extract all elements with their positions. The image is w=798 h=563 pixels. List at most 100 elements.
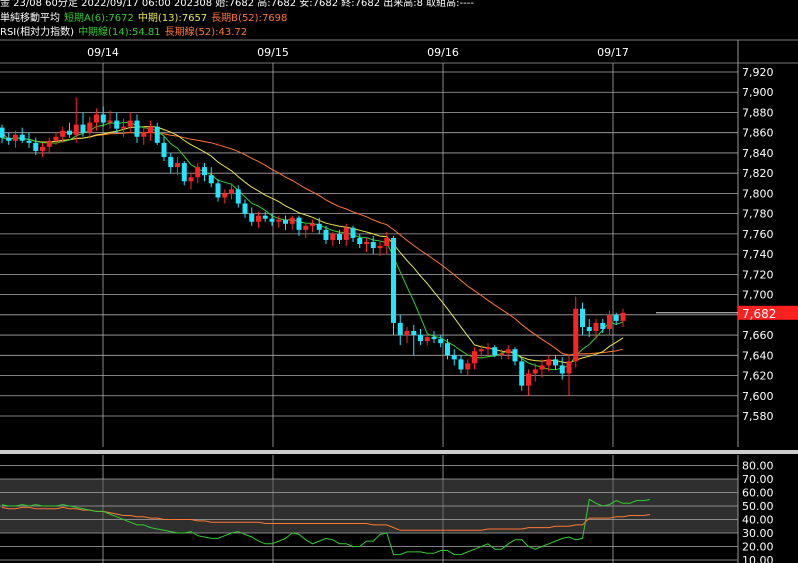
candle-body [458, 359, 464, 370]
rsi-tick-label: 20.00 [742, 541, 774, 554]
candle-body [67, 130, 72, 135]
candle-body [492, 347, 498, 356]
candle-body [593, 322, 599, 332]
candle-body [181, 163, 187, 182]
rsi-tick-label: 10.00 [742, 554, 774, 563]
candle-body [249, 213, 255, 222]
price-tick-label: 7,740 [742, 248, 774, 261]
ma-mid-line [1, 125, 624, 364]
candle-body [222, 193, 228, 198]
candle-body [134, 120, 140, 137]
candle-body [269, 218, 275, 222]
candle-body [377, 246, 383, 249]
candle-body [478, 349, 484, 352]
candle-body [607, 314, 612, 329]
candle-body [350, 227, 356, 238]
candle-body [337, 233, 342, 240]
candle-body [154, 126, 160, 143]
candle-body [546, 359, 552, 366]
candle-body [141, 132, 147, 137]
price-tick-label: 7,580 [742, 410, 774, 423]
ma-short-line [1, 121, 624, 371]
candle-body [451, 355, 457, 360]
candle-body [397, 322, 403, 336]
candle-body [465, 363, 471, 370]
candle-body [168, 156, 174, 168]
candle-body [289, 217, 295, 224]
last-price-label: 7,682 [742, 307, 776, 321]
candle-body [26, 140, 32, 143]
candle-body [188, 177, 194, 182]
candle-body [438, 339, 444, 344]
date-label: 09/15 [257, 46, 289, 59]
candle-body [80, 124, 86, 133]
candle-body [411, 331, 417, 336]
candle-body [303, 225, 309, 230]
candle-body [586, 326, 592, 332]
candle-body [114, 120, 120, 129]
candle-body [107, 120, 113, 123]
price-tick-label: 7,800 [742, 187, 774, 200]
candle-body [215, 183, 221, 198]
price-tick-label: 7,820 [742, 167, 774, 180]
ma-long-line [1, 131, 624, 356]
price-tick-label: 7,760 [742, 228, 774, 241]
price-tick-label: 7,840 [742, 147, 774, 160]
candle-body [384, 237, 390, 247]
rsi-tick-label: 60.00 [742, 487, 774, 500]
price-tick-label: 7,780 [742, 208, 774, 221]
candle-body [485, 347, 491, 350]
candle-body [370, 241, 376, 249]
candle-body [613, 314, 619, 321]
candle-body [526, 373, 531, 386]
rsi-tick-label: 40.00 [742, 514, 774, 527]
candle-body [431, 337, 437, 340]
candle-body [573, 308, 579, 362]
candle-body [512, 349, 518, 362]
candle-body [242, 203, 248, 214]
candle-body [283, 219, 288, 224]
price-tick-label: 7,620 [742, 370, 774, 383]
candle-body [256, 215, 261, 222]
candle-body [13, 134, 18, 141]
candle-body [519, 361, 525, 386]
candle-body [19, 134, 25, 141]
candle-body [553, 359, 558, 366]
candle-body [472, 351, 477, 364]
candle-body [323, 229, 329, 240]
price-tick-label: 7,600 [742, 390, 774, 403]
candle-body [40, 146, 45, 151]
price-tick-label: 7,660 [742, 329, 774, 342]
date-label: 09/16 [427, 46, 459, 59]
candle-body [276, 219, 282, 222]
candle-body [148, 126, 153, 133]
rsi-tick-label: 80.00 [742, 460, 774, 473]
date-label: 09/14 [87, 46, 119, 59]
candle-body [310, 223, 315, 226]
candle-body [532, 369, 538, 374]
price-tick-label: 7,700 [742, 289, 774, 302]
candle-body [229, 189, 234, 194]
candle-body [566, 361, 572, 374]
candle-body [6, 137, 12, 141]
candle-body [33, 142, 39, 151]
candle-body [404, 331, 410, 336]
rsi-tick-label: 70.00 [742, 473, 774, 486]
price-tick-label: 7,900 [742, 86, 774, 99]
rsi-tick-label: 30.00 [742, 527, 774, 540]
price-tick-label: 7,860 [742, 127, 774, 140]
panel-divider [0, 450, 798, 454]
candle-body [391, 237, 396, 323]
candle-body [620, 312, 626, 321]
candle-body [235, 189, 241, 204]
candle-body [424, 337, 430, 342]
candle-body [161, 142, 167, 157]
candle-body [121, 126, 126, 129]
candle-body [87, 122, 93, 133]
candle-body [100, 114, 106, 123]
candle-body [600, 322, 606, 329]
candle-body [316, 223, 322, 230]
candle-body [73, 124, 79, 135]
candlestick-chart[interactable]: 7,5807,6007,6207,6407,6607,6807,7007,720… [0, 0, 798, 563]
candle-body [330, 233, 336, 240]
